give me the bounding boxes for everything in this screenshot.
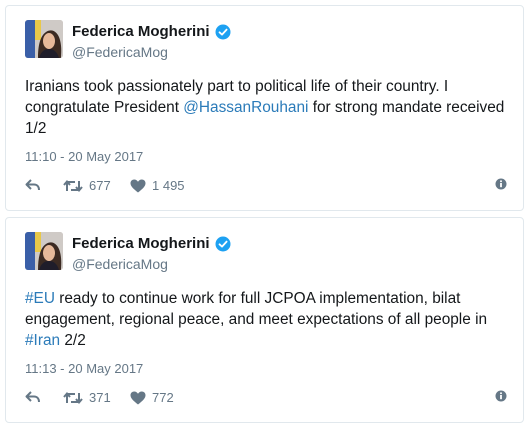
hashtag-link[interactable]: #EU: [25, 290, 55, 307]
verified-badge-icon: [215, 236, 231, 251]
author-name-row[interactable]: Federica Mogherini: [72, 235, 231, 252]
author-name-row[interactable]: Federica Mogherini: [72, 23, 231, 40]
avatar-image: [25, 20, 63, 58]
tweet-card[interactable]: Federica Mogherini @FedericaMog #EU read…: [5, 217, 524, 423]
avatar-image: [25, 232, 63, 270]
reply-button[interactable]: [25, 390, 41, 404]
retweet-count: 371: [89, 390, 111, 405]
author-handle[interactable]: @FedericaMog: [72, 44, 168, 60]
like-count: 772: [152, 390, 174, 405]
retweet-icon: [63, 391, 83, 404]
reply-button[interactable]: [25, 178, 41, 192]
heart-icon: [130, 391, 146, 404]
timestamp[interactable]: 11:10 - 20 May 2017: [25, 149, 143, 164]
author-name[interactable]: Federica Mogherini: [72, 23, 210, 40]
retweet-icon: [63, 179, 83, 192]
verified-badge-icon: [215, 24, 231, 39]
info-icon: [495, 178, 507, 190]
like-button[interactable]: 1 495: [130, 178, 185, 193]
info-button[interactable]: [495, 390, 507, 402]
action-bar: 677 1 495: [25, 178, 507, 198]
retweet-count: 677: [89, 178, 111, 193]
retweet-button[interactable]: 371: [63, 390, 111, 405]
avatar[interactable]: [25, 20, 63, 58]
mention-link[interactable]: @HassanRouhani: [183, 99, 308, 116]
avatar[interactable]: [25, 232, 63, 270]
reply-icon: [25, 391, 40, 403]
info-icon: [495, 390, 507, 402]
tweet-text: Iranians took passionately part to polit…: [25, 76, 505, 139]
retweet-button[interactable]: 677: [63, 178, 111, 193]
info-button[interactable]: [495, 178, 507, 190]
tweet-text: #EU ready to continue work for full JCPO…: [25, 288, 505, 351]
hashtag-link[interactable]: #Iran: [25, 332, 60, 349]
like-button[interactable]: 772: [130, 390, 174, 405]
tweet-card[interactable]: Federica Mogherini @FedericaMog Iranians…: [5, 5, 524, 211]
reply-icon: [25, 179, 40, 191]
like-count: 1 495: [152, 178, 185, 193]
tweet-text-segment: ready to continue work for full JCPOA im…: [25, 290, 488, 328]
tweet-text-segment: 2/2: [60, 332, 86, 349]
action-bar: 371 772: [25, 390, 507, 410]
author-handle[interactable]: @FedericaMog: [72, 256, 168, 272]
timestamp[interactable]: 11:13 - 20 May 2017: [25, 361, 143, 376]
author-name[interactable]: Federica Mogherini: [72, 235, 210, 252]
heart-icon: [130, 179, 146, 192]
